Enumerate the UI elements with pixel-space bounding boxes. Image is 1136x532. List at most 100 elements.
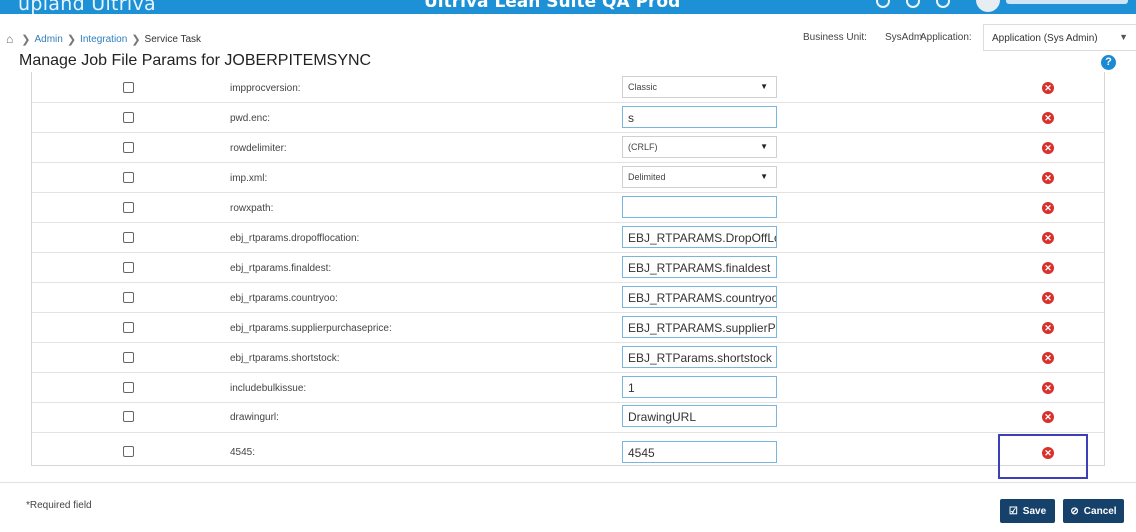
- param-value-input[interactable]: EBJ_RTPARAMS.finaldest: [622, 256, 777, 278]
- param-name: pwd.enc:: [230, 113, 271, 124]
- page-title: Manage Job File Params for JOBERPITEMSYN…: [19, 52, 372, 69]
- param-select[interactable]: (CRLF) ▼: [622, 136, 777, 158]
- breadcrumb-current: Service Task: [144, 33, 202, 45]
- delete-icon[interactable]: ✕: [1042, 262, 1054, 274]
- search-icon[interactable]: [876, 0, 890, 8]
- save-label: Save: [1022, 505, 1047, 517]
- help-icon[interactable]: ?: [1101, 55, 1116, 70]
- param-value-input[interactable]: EBJ_RTPARAMS.supplierPurc: [622, 316, 777, 338]
- caret-down-icon: ▼: [760, 172, 768, 181]
- param-name: ebj_rtparams.countryoo:: [230, 293, 338, 304]
- param-name: rowdelimiter:: [230, 143, 287, 154]
- user-name[interactable]: [1006, 0, 1128, 4]
- table-row: drawingurl: DrawingURL ✕: [32, 402, 1104, 433]
- breadcrumb-admin[interactable]: Admin: [34, 34, 62, 45]
- row-checkbox[interactable]: [123, 202, 134, 213]
- cancel-label: Cancel: [1083, 505, 1117, 517]
- param-value-input[interactable]: 1: [622, 376, 777, 398]
- param-select[interactable]: Delimited ▼: [622, 166, 777, 188]
- breadcrumb: ⌂ ❯ Admin ❯ Integration ❯ Service Task: [6, 32, 201, 46]
- cancel-button[interactable]: ⊘ Cancel: [1063, 499, 1124, 523]
- select-value: Delimited: [628, 172, 666, 182]
- row-checkbox[interactable]: [123, 172, 134, 183]
- top-banner: upland Ultriva Ultriva Lean Suite QA Pro…: [0, 0, 1136, 14]
- avatar[interactable]: [976, 0, 1000, 12]
- brand-logo: upland Ultriva: [18, 0, 156, 14]
- application-value: Application (Sys Admin): [992, 33, 1098, 44]
- select-value: Classic: [628, 82, 658, 92]
- param-value-input[interactable]: DrawingURL: [622, 405, 777, 427]
- delete-icon[interactable]: ✕: [1042, 411, 1054, 423]
- delete-icon[interactable]: ✕: [1042, 112, 1054, 124]
- row-checkbox[interactable]: [123, 411, 134, 422]
- table-row: ebj_rtparams.shortstock: EBJ_RTParams.sh…: [32, 342, 1104, 373]
- param-name: 4545:: [230, 447, 256, 458]
- required-note: *Required field: [26, 500, 92, 511]
- select-value: (CRLF): [628, 142, 658, 152]
- suite-title: Ultriva Lean Suite QA Prod: [424, 0, 681, 12]
- delete-icon[interactable]: ✕: [1042, 352, 1054, 364]
- table-row: 4545: 4545 ✕: [32, 434, 1104, 464]
- page-footer: *Required field ☑ Save ⊘ Cancel: [0, 482, 1136, 532]
- row-checkbox[interactable]: [123, 382, 134, 393]
- delete-icon[interactable]: ✕: [1042, 82, 1054, 94]
- page-header: ⌂ ❯ Admin ❯ Integration ❯ Service Task B…: [0, 14, 1136, 80]
- row-checkbox[interactable]: [123, 262, 134, 273]
- application-select[interactable]: Application (Sys Admin) ▼: [983, 24, 1136, 51]
- param-name: drawingurl:: [230, 412, 279, 423]
- row-checkbox[interactable]: [123, 232, 134, 243]
- param-value-input[interactable]: [622, 196, 777, 218]
- param-name: imp.xml:: [230, 173, 268, 184]
- row-checkbox[interactable]: [123, 352, 134, 363]
- delete-icon[interactable]: ✕: [1042, 142, 1054, 154]
- param-name: includebulkissue:: [230, 383, 307, 394]
- table-row: ebj_rtparams.finaldest: EBJ_RTPARAMS.fin…: [32, 252, 1104, 283]
- param-name: rowxpath:: [230, 203, 274, 214]
- save-button[interactable]: ☑ Save: [1000, 499, 1055, 523]
- row-checkbox[interactable]: [123, 82, 134, 93]
- table-row: imp.xml: Delimited ▼ ✕: [32, 162, 1104, 193]
- business-unit-value: SysAdm: [885, 32, 923, 43]
- business-unit-label: Business Unit:: [803, 32, 867, 43]
- param-value-input[interactable]: 4545: [622, 441, 777, 463]
- table-row: pwd.enc: s ✕: [32, 102, 1104, 133]
- param-select[interactable]: Classic ▼: [622, 76, 777, 98]
- param-name: ebj_rtparams.supplierpurchaseprice:: [230, 323, 392, 334]
- breadcrumb-integration[interactable]: Integration: [80, 34, 127, 45]
- cancel-icon: ⊘: [1070, 505, 1079, 517]
- delete-icon[interactable]: ✕: [1042, 322, 1054, 334]
- delete-icon[interactable]: ✕: [1042, 232, 1054, 244]
- help-circle-icon[interactable]: [936, 0, 950, 8]
- application-label: Application:: [920, 32, 972, 43]
- delete-icon[interactable]: ✕: [1042, 292, 1054, 304]
- chevron-right-icon: ❯: [21, 33, 31, 46]
- param-name: ebj_rtparams.dropofflocation:: [230, 233, 360, 244]
- table-row: ebj_rtparams.dropofflocation: EBJ_RTPARA…: [32, 222, 1104, 253]
- row-checkbox[interactable]: [123, 322, 134, 333]
- caret-down-icon: ▼: [760, 82, 768, 91]
- param-value-input[interactable]: EBJ_RTParams.shortstock: [622, 346, 777, 368]
- table-row: impprocversion: Classic ▼ ✕: [32, 72, 1104, 103]
- delete-icon[interactable]: ✕: [1042, 382, 1054, 394]
- param-value-input[interactable]: EBJ_RTPARAMS.DropOffLoca: [622, 226, 777, 248]
- chevron-right-icon: ❯: [66, 33, 77, 46]
- param-value-input[interactable]: s: [622, 106, 777, 128]
- row-checkbox[interactable]: [123, 112, 134, 123]
- table-row: rowxpath: ✕: [32, 192, 1104, 223]
- table-row: ebj_rtparams.supplierpurchaseprice: EBJ_…: [32, 312, 1104, 343]
- delete-icon[interactable]: ✕: [1042, 202, 1054, 214]
- settings-icon[interactable]: [906, 0, 920, 8]
- param-value-input[interactable]: EBJ_RTPARAMS.countryoo: [622, 286, 777, 308]
- selection-highlight: [998, 434, 1088, 479]
- param-name: ebj_rtparams.shortstock:: [230, 353, 340, 364]
- delete-icon[interactable]: ✕: [1042, 172, 1054, 184]
- row-checkbox[interactable]: [123, 446, 134, 457]
- row-checkbox[interactable]: [123, 142, 134, 153]
- home-icon[interactable]: ⌂: [6, 32, 13, 46]
- param-name: impprocversion:: [230, 83, 301, 94]
- row-checkbox[interactable]: [123, 292, 134, 303]
- params-grid: impprocversion: Classic ▼ ✕ pwd.enc: s ✕ …: [31, 72, 1105, 466]
- chevron-right-icon: ❯: [131, 33, 141, 46]
- caret-down-icon: ▼: [1119, 32, 1128, 42]
- save-icon: ☑: [1008, 505, 1018, 517]
